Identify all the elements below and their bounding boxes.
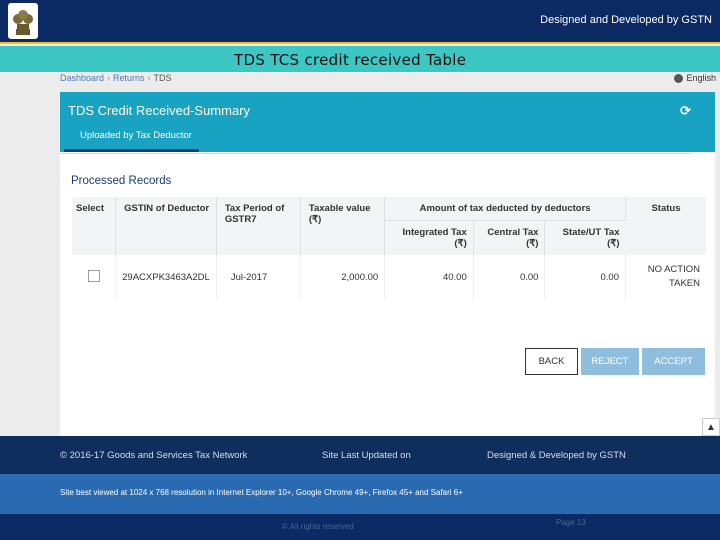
language-selector[interactable]: English <box>674 73 716 83</box>
footer-browser-note: Site best viewed at 1024 x 768 resolutio… <box>0 474 720 514</box>
header-gstin: GSTIN of Deductor <box>115 197 217 255</box>
national-emblem-logo <box>8 3 38 39</box>
status-cell: NO ACTION TAKEN <box>647 264 700 289</box>
back-button[interactable]: BACK <box>525 348 578 375</box>
gstin-cell: 29ACXPK3463A2DL <box>115 255 217 299</box>
scroll-to-top-icon[interactable]: ▲ <box>702 418 720 436</box>
integrated-tax-cell: 40.00 <box>384 255 474 299</box>
footer-main: © 2016-17 Goods and Services Tax Network… <box>0 436 720 474</box>
divider <box>60 153 692 154</box>
panel-title: TDS Credit Received-Summary <box>68 103 251 118</box>
breadcrumb-separator-icon: › <box>107 73 111 83</box>
panel-header: TDS Credit Received-Summary ⟳ Uploaded b… <box>60 92 715 152</box>
rights-text: © All rights reserved <box>282 522 354 531</box>
breadcrumb: Dashboard › Returns › TDS <box>60 73 172 83</box>
header-central-tax: Central Tax (₹) <box>473 220 546 255</box>
row-checkbox[interactable] <box>87 269 100 282</box>
header-status: Status <box>625 197 706 255</box>
breadcrumb-returns[interactable]: Returns <box>113 73 145 83</box>
breadcrumb-dashboard[interactable]: Dashboard <box>60 73 104 83</box>
processed-records-table: Select GSTIN of Deductor Tax Period of G… <box>72 197 706 299</box>
central-tax-cell: 0.00 <box>473 255 546 299</box>
tab-uploaded-by-tax-deductor[interactable]: Uploaded by Tax Deductor <box>64 124 199 152</box>
section-title: Processed Records <box>71 175 172 187</box>
footer-copyright: © 2016-17 Goods and Services Tax Network <box>60 450 248 461</box>
taxable-value-cell: 2,000.00 <box>300 255 386 299</box>
accept-button[interactable]: ACCEPT <box>642 348 705 375</box>
page-title: TDS TCS credit received Table <box>234 51 467 69</box>
header-state-tax: State/UT Tax (₹) <box>544 220 626 255</box>
header-amount-group: Amount of tax deducted by deductors <box>384 197 626 221</box>
header-taxable-value: Taxable value (₹) <box>300 197 386 255</box>
tax-period-cell: Jul-2017 <box>216 255 301 299</box>
browser-support-text: Site best viewed at 1024 x 768 resolutio… <box>60 488 463 497</box>
header-integrated-tax: Integrated Tax (₹) <box>384 220 474 255</box>
row-select-cell <box>72 255 117 299</box>
refresh-icon[interactable]: ⟳ <box>680 103 691 119</box>
footer-last-updated: Site Last Updated on <box>322 450 411 461</box>
table-row: 29ACXPK3463A2DL Jul-2017 2,000.00 40.00 … <box>72 255 706 299</box>
globe-icon <box>674 73 684 83</box>
summary-panel: TDS Credit Received-Summary ⟳ Uploaded b… <box>60 92 715 436</box>
header-tax-period: Tax Period of GSTR7 <box>216 197 301 255</box>
top-header: Designed and Developed by GSTN <box>0 0 720 44</box>
header-select: Select <box>72 197 117 255</box>
breadcrumb-current: TDS <box>153 73 172 83</box>
breadcrumb-separator-icon: › <box>147 73 151 83</box>
page-number: Page 13 <box>556 518 586 527</box>
state-tax-cell: 0.00 <box>544 255 626 299</box>
reject-button[interactable]: REJECT <box>581 348 639 375</box>
language-label: English <box>686 73 716 83</box>
developer-credit: Designed and Developed by GSTN <box>540 14 712 26</box>
footer-developed-by: Designed & Developed by GSTN <box>487 450 626 461</box>
footer-bottom: © All rights reserved Page 13 <box>0 514 720 540</box>
